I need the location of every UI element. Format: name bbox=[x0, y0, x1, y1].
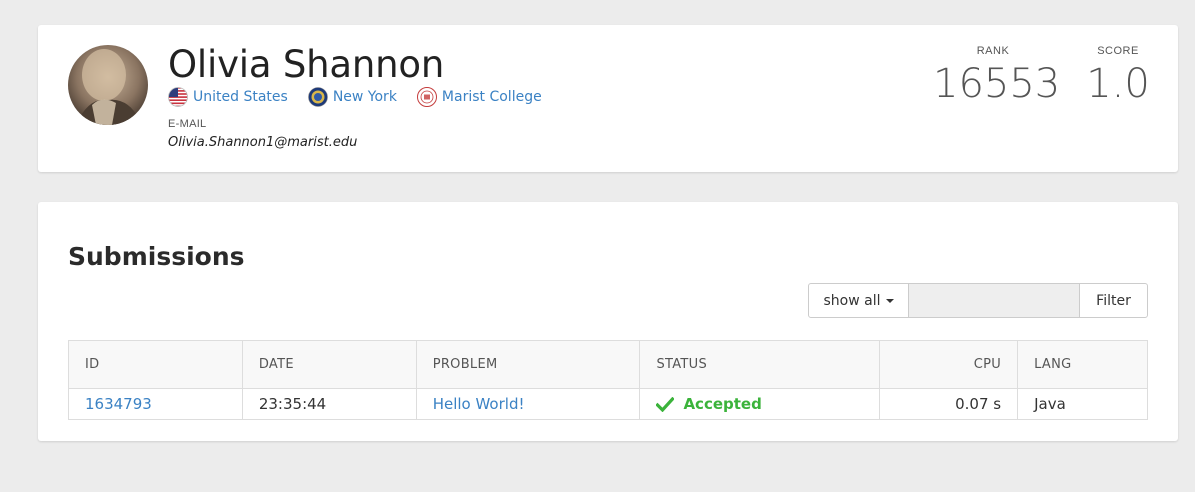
table-header-row: ID DATE PROBLEM STATUS CPU LANG bbox=[68, 340, 1148, 389]
col-status[interactable]: STATUS bbox=[639, 340, 881, 389]
table-row: 1634793 23:35:44 Hello World! Accepted 0… bbox=[68, 388, 1148, 420]
col-problem[interactable]: PROBLEM bbox=[415, 340, 641, 389]
status-badge: Accepted bbox=[656, 395, 863, 413]
cell-date: 23:35:44 bbox=[241, 388, 417, 420]
profile-card: Olivia Shannon United States New York Ma… bbox=[38, 25, 1178, 172]
score-stat: SCORE 1.0 bbox=[1073, 45, 1163, 107]
submissions-title: Submissions bbox=[68, 242, 245, 271]
cell-id: 1634793 bbox=[68, 388, 243, 420]
email-label: E-MAIL bbox=[168, 118, 207, 130]
filter-group: show all Filter bbox=[808, 283, 1148, 318]
country-link[interactable]: United States bbox=[193, 89, 288, 105]
location-row: United States New York Marist College bbox=[168, 87, 562, 107]
school-item[interactable]: Marist College bbox=[416, 87, 542, 107]
show-all-dropdown[interactable]: show all bbox=[808, 283, 909, 318]
cell-lang: Java bbox=[1017, 388, 1148, 420]
col-date[interactable]: DATE bbox=[241, 340, 417, 389]
email-value: Olivia.Shannon1@marist.edu bbox=[168, 135, 358, 150]
caret-down-icon bbox=[885, 298, 894, 303]
profile-name: Olivia Shannon bbox=[168, 43, 445, 86]
avatar bbox=[68, 45, 148, 125]
filter-input[interactable] bbox=[909, 283, 1079, 318]
us-flag-icon bbox=[168, 87, 188, 107]
school-link[interactable]: Marist College bbox=[442, 89, 542, 105]
col-lang[interactable]: LANG bbox=[1017, 340, 1148, 389]
col-id[interactable]: ID bbox=[68, 340, 243, 389]
submissions-card: Submissions show all Filter ID DATE PROB… bbox=[38, 202, 1178, 441]
submission-id-link[interactable]: 1634793 bbox=[85, 395, 152, 413]
cell-problem: Hello World! bbox=[415, 388, 641, 420]
rank-label: RANK bbox=[976, 45, 1010, 57]
cell-cpu: 0.07 s bbox=[879, 388, 1019, 420]
country-item[interactable]: United States bbox=[168, 87, 288, 107]
cell-status: Accepted bbox=[639, 388, 881, 420]
submissions-table: ID DATE PROBLEM STATUS CPU LANG 1634793 … bbox=[68, 340, 1148, 420]
status-text: Accepted bbox=[683, 395, 762, 413]
rank-stat: RANK 16553 bbox=[933, 45, 1061, 107]
score-label: SCORE bbox=[1097, 45, 1139, 57]
checkmark-icon bbox=[656, 396, 675, 412]
state-link[interactable]: New York bbox=[333, 89, 397, 105]
state-item[interactable]: New York bbox=[308, 87, 397, 107]
score-value: 1.0 bbox=[1086, 61, 1150, 107]
marist-college-seal-icon bbox=[416, 87, 437, 107]
dropdown-label: show all bbox=[823, 292, 881, 309]
new-york-seal-icon bbox=[308, 87, 328, 107]
filter-button[interactable]: Filter bbox=[1079, 283, 1148, 318]
rank-value: 16553 bbox=[933, 61, 1061, 107]
col-cpu[interactable]: CPU bbox=[879, 340, 1019, 389]
problem-link[interactable]: Hello World! bbox=[433, 395, 525, 413]
